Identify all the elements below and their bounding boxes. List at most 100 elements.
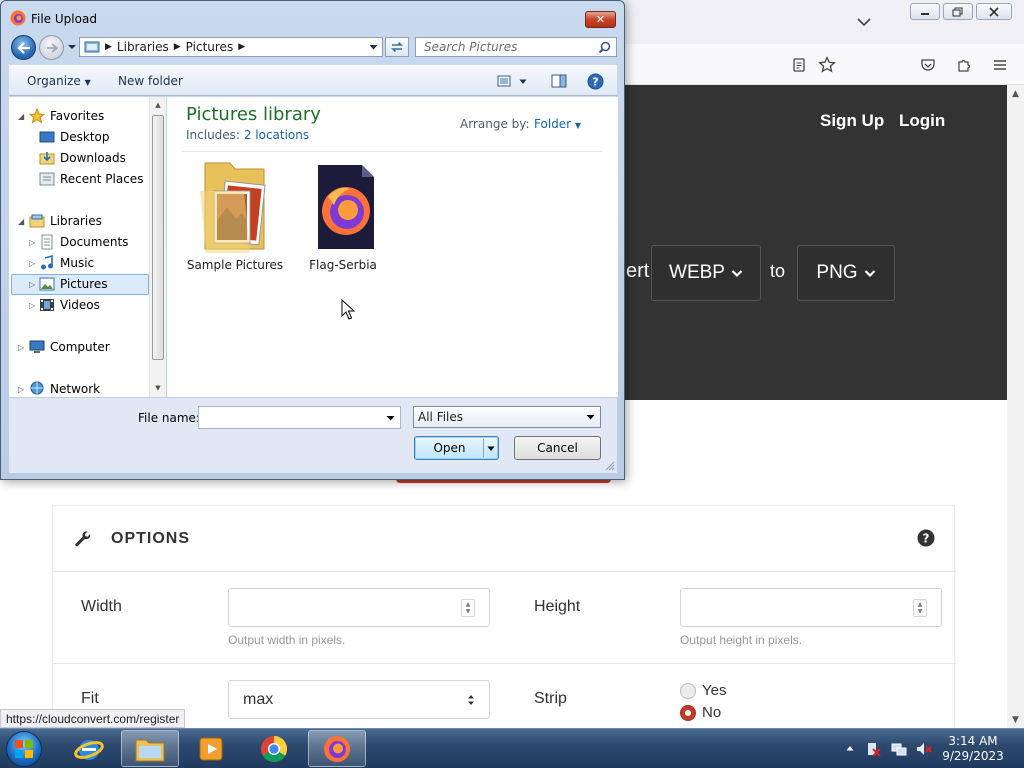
start-button[interactable] xyxy=(6,731,42,767)
forward-button[interactable] xyxy=(39,35,64,60)
recent-pages-dropdown-icon[interactable] xyxy=(67,43,77,51)
network-status-icon[interactable] xyxy=(891,741,907,757)
tree-item-recent-places[interactable]: Recent Places xyxy=(39,169,143,189)
new-folder-button[interactable]: New folder xyxy=(118,74,183,88)
resize-grip-icon[interactable] xyxy=(605,461,615,471)
fit-select[interactable]: max xyxy=(228,680,490,719)
bookmark-star-icon[interactable] xyxy=(816,54,838,76)
tree-item-libraries[interactable]: Libraries xyxy=(29,211,102,231)
volume-muted-icon[interactable] xyxy=(916,741,932,757)
organize-button[interactable]: Organize ▼ xyxy=(27,74,91,88)
expand-arrow-icon[interactable]: ▷ xyxy=(18,343,24,352)
dialog-close-button[interactable]: ✕ xyxy=(585,11,616,28)
tree-label: Favorites xyxy=(50,109,105,123)
clock-time: 3:14 AM xyxy=(948,734,998,748)
login-link[interactable]: Login xyxy=(899,111,945,131)
expand-arrow-icon[interactable]: ▷ xyxy=(29,301,35,310)
navigation-scrollbar[interactable]: ▲ ▼ xyxy=(149,97,166,397)
show-hidden-icons-arrow[interactable] xyxy=(846,745,854,751)
close-window-button[interactable] xyxy=(976,3,1012,20)
explorer-taskbar-button[interactable] xyxy=(121,730,179,767)
minimize-button[interactable] xyxy=(910,3,940,20)
tree-label: Downloads xyxy=(60,151,126,165)
mouse-cursor-icon xyxy=(341,299,355,320)
open-button[interactable]: Open xyxy=(414,436,499,460)
svg-text:?: ? xyxy=(923,532,930,546)
search-input[interactable]: Search Pictures xyxy=(415,37,617,57)
extensions-icon[interactable] xyxy=(953,54,975,76)
restore-button[interactable] xyxy=(943,3,973,20)
help-icon[interactable]: ? xyxy=(587,73,604,90)
media-player-taskbar-button[interactable] xyxy=(182,730,240,767)
tree-item-computer[interactable]: Computer xyxy=(29,337,110,357)
breadcrumb-pictures[interactable]: Pictures xyxy=(186,40,234,54)
taskbar-clock[interactable]: 3:14 AM 9/29/2023 xyxy=(938,734,1008,764)
expand-arrow-icon[interactable]: ▷ xyxy=(29,238,35,247)
height-input[interactable]: ▲ ▼ xyxy=(680,588,942,627)
scrollbar-thumb[interactable] xyxy=(152,115,164,360)
signup-link[interactable]: Sign Up xyxy=(820,111,884,131)
height-spinner[interactable]: ▲ ▼ xyxy=(913,599,927,617)
from-format-dropdown[interactable]: WEBP xyxy=(651,245,761,301)
back-button[interactable] xyxy=(11,35,36,60)
collapse-arrow-icon[interactable]: ◢ xyxy=(18,112,24,121)
breadcrumb-arrow-icon[interactable]: ▶ xyxy=(238,42,245,52)
arrange-by-dropdown[interactable]: Folder ▼ xyxy=(534,117,581,131)
breadcrumb-arrow-icon[interactable]: ▶ xyxy=(105,42,112,52)
tree-item-desktop[interactable]: Desktop xyxy=(39,127,110,147)
to-format-dropdown[interactable]: PNG xyxy=(797,245,895,301)
action-center-icon[interactable] xyxy=(866,741,882,757)
file-name-input[interactable] xyxy=(198,406,401,429)
width-label: Width xyxy=(81,598,122,615)
chrome-icon xyxy=(261,735,288,762)
tree-item-pictures[interactable]: Pictures xyxy=(39,274,108,294)
file-type-select[interactable]: All Files xyxy=(413,406,601,428)
documents-icon xyxy=(41,234,53,250)
tree-label: Computer xyxy=(50,340,110,354)
tree-item-videos[interactable]: Videos xyxy=(39,295,100,315)
expand-arrow-icon[interactable]: ▷ xyxy=(29,280,35,289)
help-question-icon[interactable]: ? xyxy=(917,529,935,547)
firefox-taskbar-button[interactable] xyxy=(308,730,366,767)
scroll-up-arrow-icon[interactable]: ▲ xyxy=(1007,85,1024,102)
locations-link[interactable]: 2 locations xyxy=(244,128,309,142)
scroll-down-arrow-icon[interactable]: ▼ xyxy=(1007,711,1024,728)
change-view-icon[interactable] xyxy=(497,75,511,87)
scroll-down-arrow-icon[interactable]: ▼ xyxy=(150,380,166,396)
open-dropdown-icon[interactable] xyxy=(487,446,495,452)
file-item-sample-pictures[interactable]: Sample Pictures xyxy=(183,161,287,272)
address-bar[interactable]: ▶ Libraries ▶ Pictures ▶ xyxy=(79,37,383,57)
tree-item-downloads[interactable]: Downloads xyxy=(39,148,126,168)
width-spinner[interactable]: ▲ ▼ xyxy=(461,599,475,617)
tree-item-documents[interactable]: Documents xyxy=(39,232,128,252)
internet-explorer-taskbar-button[interactable] xyxy=(60,730,118,767)
scroll-up-arrow-icon[interactable]: ▲ xyxy=(150,97,166,113)
expand-arrow-icon[interactable]: ▷ xyxy=(29,259,35,268)
tree-item-network[interactable]: Network xyxy=(29,379,100,399)
tab-list-chevron-icon[interactable] xyxy=(853,12,875,32)
file-item-flag-serbia[interactable]: Flag-Serbia xyxy=(291,161,395,272)
refresh-button[interactable] xyxy=(385,37,409,57)
address-dropdown-icon[interactable] xyxy=(369,44,378,51)
width-input[interactable]: ▲ ▼ xyxy=(228,588,490,627)
expand-arrow-icon[interactable]: ▷ xyxy=(18,385,24,394)
collapse-arrow-icon[interactable]: ◢ xyxy=(18,217,24,226)
preview-pane-icon[interactable] xyxy=(551,74,567,88)
strip-yes-radio[interactable] xyxy=(680,683,696,699)
page-scrollbar[interactable]: ▲ ▼ xyxy=(1007,85,1024,728)
reader-view-icon[interactable] xyxy=(788,54,810,76)
search-icon[interactable] xyxy=(598,41,611,54)
file-name-dropdown-icon[interactable] xyxy=(386,415,395,422)
cancel-button[interactable]: Cancel xyxy=(514,436,601,460)
breadcrumb-arrow-icon[interactable]: ▶ xyxy=(174,42,181,52)
fit-label: Fit xyxy=(81,690,99,707)
chrome-taskbar-button[interactable] xyxy=(245,730,303,767)
tree-item-favorites[interactable]: Favorites xyxy=(29,106,104,126)
dialog-title: File Upload xyxy=(31,12,97,26)
strip-no-radio[interactable] xyxy=(680,705,696,721)
pocket-icon[interactable] xyxy=(917,54,939,76)
breadcrumb-libraries[interactable]: Libraries xyxy=(117,40,169,54)
tree-item-music[interactable]: Music xyxy=(39,253,94,273)
menu-hamburger-icon[interactable] xyxy=(989,54,1011,76)
view-dropdown-icon[interactable] xyxy=(519,79,527,85)
